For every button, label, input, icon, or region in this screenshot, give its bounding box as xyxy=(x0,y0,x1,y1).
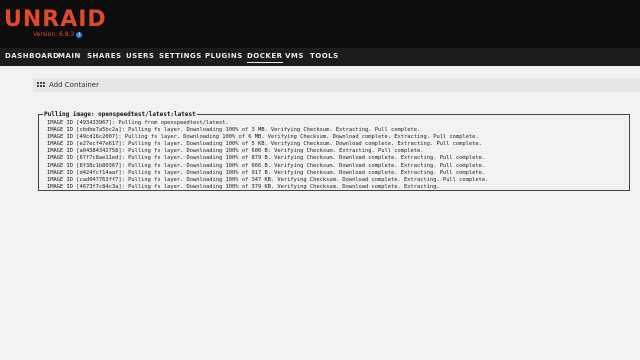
pull-output-box: Pulling image: openspeedtest/latest:late… xyxy=(38,110,630,191)
nav-item-dashboard[interactable]: DASHBOARD xyxy=(5,52,59,61)
info-icon[interactable]: i xyxy=(76,31,83,38)
grid-icon xyxy=(37,82,45,88)
log-line: IMAGE ID [a04384342758]: Pulling fs laye… xyxy=(47,148,424,155)
section-title: Add Container xyxy=(49,81,99,89)
nav-item-users[interactable]: USERS xyxy=(126,52,154,61)
version-label: Version: 6.8.3 i xyxy=(33,31,83,39)
nav-item-shares[interactable]: SHARES xyxy=(87,52,122,61)
nav-item-docker[interactable]: DOCKER xyxy=(247,52,283,63)
main-nav: DASHBOARD MAIN SHARES USERS SETTINGS PLU… xyxy=(0,48,640,66)
log-line: IMAGE ID [49cd16c2007]: Pulling fs layer… xyxy=(47,134,479,141)
nav-item-vms[interactable]: VMS xyxy=(285,52,304,61)
section-header: Add Container xyxy=(33,78,640,92)
unraid-logo[interactable]: UNRAID xyxy=(4,8,107,32)
log-line: IMAGE ID [e27ecf47e617]: Pulling fs laye… xyxy=(47,141,482,148)
log-line: IMAGE ID [493433967]: Pulling from opens… xyxy=(47,120,229,126)
log-line: IMAGE ID [d424fcf14aaf]: Pulling fs laye… xyxy=(47,169,486,176)
nav-item-plugins[interactable]: PLUGINS xyxy=(205,52,243,61)
nav-item-tools[interactable]: TOOLS xyxy=(310,52,339,61)
log-line: IMAGE ID [cad047763ff7]: Pulling fs laye… xyxy=(47,176,489,183)
top-header: UNRAID Version: 6.8.3 i xyxy=(0,0,640,48)
pull-log: IMAGE ID [493433967]: Pulling from opens… xyxy=(47,120,488,191)
pull-legend: Pulling image: openspeedtest/latest:late… xyxy=(43,110,197,119)
version-text: Version: 6.8.3 xyxy=(33,31,75,38)
log-line: IMAGE ID [67f7c8ae11ed]: Pulling fs laye… xyxy=(47,155,486,162)
nav-item-main[interactable]: MAIN xyxy=(58,52,81,61)
nav-item-settings[interactable]: SETTINGS xyxy=(159,52,202,61)
log-line: IMAGE ID [cbdbe7a5bc2a]: Pulling fs laye… xyxy=(47,127,421,134)
log-line: IMAGE ID [4673f7c84c3a]: Pulling fs laye… xyxy=(47,183,440,190)
log-line: IMAGE ID [8f38c1b80367]: Pulling fs laye… xyxy=(47,162,486,169)
